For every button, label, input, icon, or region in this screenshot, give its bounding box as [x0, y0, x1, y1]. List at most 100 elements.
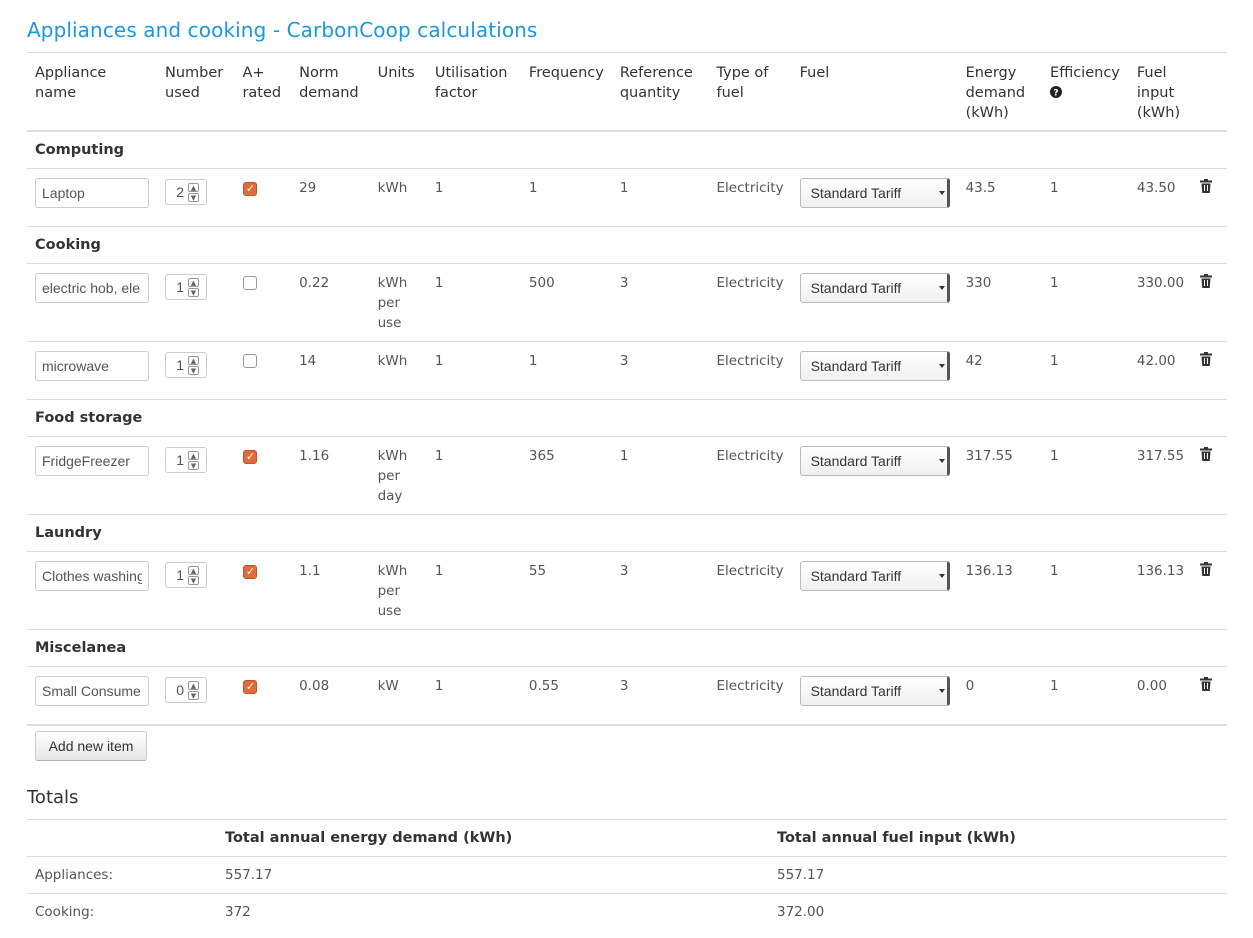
caret-down-icon [938, 574, 945, 578]
a-plus-rated-checkbox[interactable] [243, 354, 258, 368]
a-plus-rated-checkbox[interactable] [243, 276, 258, 290]
trash-icon[interactable] [1200, 562, 1213, 576]
actions-cell [1192, 551, 1227, 630]
totals-fuel-value: 372.00 [769, 893, 1227, 930]
utilisation-factor-cell: 1 [426, 263, 521, 342]
fuel-select[interactable]: Standard Tariff [799, 351, 950, 381]
number-used-stepper[interactable]: 0 ▲ ▼ [165, 677, 207, 703]
fuel-cell: Standard Tariff [791, 341, 958, 400]
number-used-cell: 1 ▲ ▼ [157, 341, 235, 400]
fuel-select[interactable]: Standard Tariff [799, 676, 950, 706]
stepper-down-icon[interactable]: ▼ [188, 192, 199, 202]
table-row: 0 ▲▼ ✓ 0.08 kW 1 0.55 3 Electricity Stan… [27, 666, 1227, 726]
trash-icon[interactable] [1200, 274, 1213, 288]
number-used-stepper[interactable]: 1 ▲ ▼ [165, 352, 207, 378]
units-cell: kWh per use [369, 263, 427, 342]
a-plus-rated-checkbox[interactable]: ✓ [243, 680, 258, 694]
category-label: Food storage [27, 399, 1227, 437]
appliance-name-input[interactable] [35, 676, 149, 706]
trash-icon[interactable] [1200, 352, 1213, 366]
actions-cell [1192, 168, 1227, 227]
units-cell: kWh [369, 341, 427, 400]
a-plus-rated-cell: ✓ [234, 551, 292, 630]
appliance-name-input[interactable] [35, 561, 149, 591]
appliance-name-input[interactable] [35, 273, 149, 303]
category-label: Cooking [27, 226, 1227, 264]
a-plus-rated-checkbox[interactable]: ✓ [243, 182, 258, 196]
efficiency-cell: 1 [1042, 666, 1129, 726]
number-used-value: 1 [176, 452, 184, 468]
stepper-up-icon[interactable]: ▲ [188, 565, 199, 575]
energy-demand-cell: 0 [957, 666, 1043, 726]
fuel-select[interactable]: Standard Tariff [799, 273, 950, 303]
actions-cell [1192, 263, 1227, 342]
fuel-select[interactable]: Standard Tariff [799, 446, 950, 476]
table-row: 1 ▲▼ 0.22 kWh per use 1 500 3 Electricit… [27, 263, 1227, 342]
norm-demand-cell: 1.1 [291, 551, 370, 630]
stepper-down-icon[interactable]: ▼ [188, 287, 199, 297]
appliance-name-input[interactable] [35, 351, 149, 381]
totals-energy-value: 557.17 [217, 856, 769, 894]
fuel-select-value: Standard Tariff [810, 358, 902, 374]
stepper-up-icon[interactable]: ▲ [188, 450, 199, 460]
energy-demand-cell: 42 [957, 341, 1043, 400]
stepper-down-icon[interactable]: ▼ [188, 575, 199, 585]
totals-col-energy: Total annual energy demand (kWh) [217, 819, 769, 857]
fuel-input-cell: 136.13 [1128, 551, 1193, 630]
number-used-stepper[interactable]: 1 ▲ ▼ [165, 447, 207, 473]
number-used-stepper[interactable]: 1 ▲ ▼ [165, 274, 207, 300]
stepper-up-icon[interactable]: ▲ [188, 355, 199, 365]
fuel-cell: Standard Tariff [791, 666, 958, 726]
trash-icon[interactable] [1200, 447, 1213, 461]
number-used-cell: 2 ▲ ▼ [157, 168, 235, 227]
type-of-fuel-cell: Electricity [708, 666, 792, 726]
table-row: 1 ▲▼ ✓ 1.1 kWh per use 1 55 3 Electricit… [27, 551, 1227, 630]
number-used-stepper[interactable]: 2 ▲ ▼ [165, 179, 207, 205]
category-row: Computing [27, 131, 1227, 169]
stepper-down-icon[interactable]: ▼ [188, 460, 199, 470]
category-row: Food storage [27, 399, 1227, 437]
trash-icon[interactable] [1200, 677, 1213, 691]
a-plus-rated-checkbox[interactable]: ✓ [243, 565, 258, 579]
fuel-cell: Standard Tariff [791, 168, 958, 227]
category-label: Miscelanea [27, 629, 1227, 667]
appliance-name-input[interactable] [35, 178, 149, 208]
fuel-select[interactable]: Standard Tariff [799, 178, 950, 208]
reference-quantity-cell: 3 [611, 666, 709, 726]
appliance-name-input[interactable] [35, 446, 149, 476]
stepper-up-icon[interactable]: ▲ [188, 182, 199, 192]
totals-fuel-value: 557.17 [769, 856, 1227, 894]
fuel-input-cell: 317.55 [1128, 436, 1193, 515]
stepper-up-icon[interactable]: ▲ [188, 277, 199, 287]
units-cell: kWh per use [369, 551, 427, 630]
trash-icon[interactable] [1200, 179, 1213, 193]
totals-row-cooking: Cooking: 372 372.00 [27, 893, 1227, 930]
stepper-down-icon[interactable]: ▼ [188, 365, 199, 375]
units-cell: kWh per day [369, 436, 427, 515]
reference-quantity-cell: 3 [611, 341, 709, 400]
totals-row-appliances: Appliances: 557.17 557.17 [27, 856, 1227, 894]
number-used-value: 1 [176, 279, 184, 295]
stepper-down-icon[interactable]: ▼ [188, 690, 199, 700]
col-header-energy-demand: Energy demand (kWh) [957, 52, 1043, 132]
caret-down-icon [938, 286, 945, 290]
energy-demand-cell: 43.5 [957, 168, 1043, 227]
efficiency-cell: 1 [1042, 263, 1129, 342]
caret-down-icon [938, 459, 945, 463]
appliance-name-cell [27, 341, 157, 400]
add-new-item-button[interactable]: Add new item [35, 731, 147, 761]
col-header-frequency: Frequency [520, 52, 612, 132]
fuel-cell: Standard Tariff [791, 436, 958, 515]
a-plus-rated-checkbox[interactable]: ✓ [243, 450, 258, 464]
reference-quantity-cell: 1 [611, 168, 709, 227]
stepper-up-icon[interactable]: ▲ [188, 680, 199, 690]
question-circle-icon[interactable]: ? [1050, 86, 1063, 99]
table-row: 2 ▲▼ ✓ 29 kWh 1 1 1 Electricity Standard… [27, 168, 1227, 227]
totals-header-row: Total annual energy demand (kWh) Total a… [27, 819, 1227, 857]
col-header-a-plus-rated: A+ rated [234, 52, 292, 132]
utilisation-factor-cell: 1 [426, 341, 521, 400]
fuel-select[interactable]: Standard Tariff [799, 561, 950, 591]
number-used-stepper[interactable]: 1 ▲ ▼ [165, 562, 207, 588]
number-used-cell: 1 ▲ ▼ [157, 263, 235, 342]
fuel-cell: Standard Tariff [791, 551, 958, 630]
